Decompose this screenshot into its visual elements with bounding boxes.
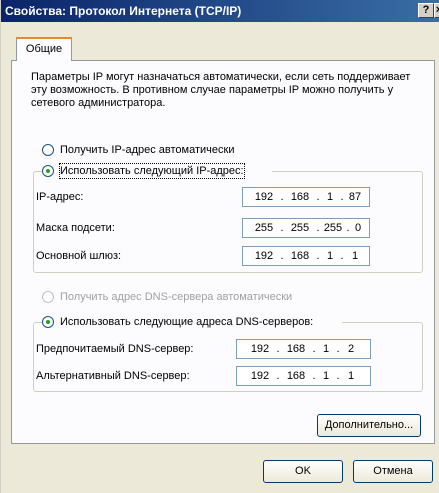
ip-address-label: IP-адрес: (36, 191, 84, 203)
ip-auto-radio[interactable] (42, 144, 54, 156)
default-gateway-label: Основной шлюз: (36, 250, 122, 262)
subnet-mask-label: Маска подсети: (36, 222, 115, 234)
advanced-button[interactable]: Дополнительно... (317, 414, 421, 437)
preferred-dns-label: Предпочитаемый DNS-сервер: (36, 343, 194, 355)
dns-manual-label: Использовать следующие адреса DNS-сервер… (60, 316, 314, 328)
close-icon[interactable]: × (434, 3, 439, 18)
dns-manual-radio[interactable] (42, 316, 54, 328)
help-icon[interactable]: ? (418, 3, 434, 18)
alternate-dns-label: Альтернативный DNS-сервер: (36, 370, 190, 382)
alternate-dns-field[interactable]: 192. 168. 1. 1 (236, 366, 371, 386)
window-title: Свойства: Протокол Интернета (TCP/IP) (5, 4, 242, 18)
description-text: Параметры IP могут назначаться автоматич… (31, 71, 411, 109)
tcpip-properties-dialog: Свойства: Протокол Интернета (TCP/IP) ? … (0, 0, 439, 493)
dns-manual-radio-row[interactable]: Использовать следующие адреса DNS-сервер… (42, 315, 342, 329)
ip-manual-radio-row[interactable]: Использовать следующий IP-адрес: (42, 163, 272, 179)
cancel-button[interactable]: Отмена (353, 460, 433, 483)
default-gateway-field[interactable]: 192. 168. 1. 1 (242, 246, 370, 266)
ip-auto-radio-row[interactable]: Получить IP-адрес автоматически (42, 143, 262, 157)
ip-auto-label: Получить IP-адрес автоматически (60, 144, 235, 156)
ok-button[interactable]: OK (263, 460, 343, 483)
ip-address-field[interactable]: 192. 168. 1. 87 (242, 187, 370, 207)
dns-auto-radio (42, 291, 54, 303)
dns-auto-label: Получить адрес DNS-сервера автоматически (60, 291, 293, 303)
subnet-mask-field[interactable]: 255. 255. 255. 0 (242, 218, 370, 238)
title-bar[interactable]: Свойства: Протокол Интернета (TCP/IP) ? … (1, 0, 439, 22)
ip-manual-label: Использовать следующий IP-адрес: (59, 163, 245, 179)
ip-manual-radio[interactable] (42, 165, 54, 177)
tab-general[interactable]: Общие (16, 37, 72, 61)
dns-auto-radio-row: Получить адрес DNS-сервера автоматически (42, 290, 342, 304)
preferred-dns-field[interactable]: 192. 168. 1. 2 (236, 339, 371, 359)
